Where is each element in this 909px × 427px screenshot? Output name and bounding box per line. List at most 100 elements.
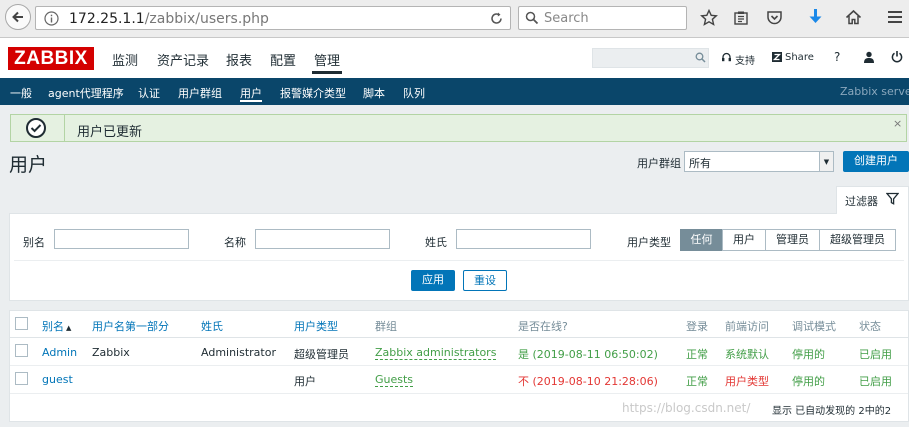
headset-icon xyxy=(722,52,731,62)
col-alias[interactable]: 别名 ▲ xyxy=(42,318,71,334)
menu-configuration[interactable]: 配置 xyxy=(270,50,296,69)
user-type-label: 用户类型 xyxy=(627,236,671,249)
menu-reports[interactable]: 报表 xyxy=(226,50,252,69)
watermark: https://blog.csdn.net/ xyxy=(622,401,751,415)
table-row-login: 正常 xyxy=(686,348,708,361)
table-row-groups[interactable]: Guests xyxy=(375,373,414,387)
home-icon[interactable] xyxy=(845,9,862,25)
menu-administration[interactable]: 管理 xyxy=(314,50,340,69)
url-path: /zabbix/users.php xyxy=(144,11,269,27)
server-name: Zabbix server xyxy=(840,85,909,98)
table-row-name: Zabbix xyxy=(92,346,130,359)
search-icon xyxy=(525,11,539,25)
search-icon[interactable] xyxy=(695,52,706,63)
subnav-queue[interactable]: 队列 xyxy=(403,85,425,101)
url-text: 172.25.1.1/zabbix/users.php xyxy=(69,11,269,27)
user-group-select[interactable]: 所有 ▼ xyxy=(684,151,834,172)
sort-asc-icon: ▲ xyxy=(66,324,72,332)
col-user-type[interactable]: 用户类型 xyxy=(294,318,338,334)
share-icon xyxy=(772,52,782,62)
search-placeholder: Search xyxy=(544,11,589,26)
menu-icon[interactable] xyxy=(887,10,903,24)
subnav-general[interactable]: 一般 xyxy=(10,85,32,101)
table-row-type: 超级管理员 xyxy=(294,348,349,361)
create-user-button[interactable]: 创建用户 xyxy=(843,151,909,172)
table-row-online: 不 (2019-08-10 21:28:06) xyxy=(518,375,658,388)
active-menu-indicator xyxy=(312,71,342,74)
url-bar[interactable]: 172.25.1.1/zabbix/users.php xyxy=(35,6,511,30)
reading-list-icon[interactable] xyxy=(733,10,749,26)
user-type-any[interactable]: 任何 xyxy=(680,229,723,251)
download-icon[interactable] xyxy=(807,8,824,26)
subnav-proxies[interactable]: agent代理程序 xyxy=(48,85,124,101)
apply-button[interactable]: 应用 xyxy=(411,270,455,291)
table-footer-count: 显示 已自动发现的 2中的2 xyxy=(772,406,892,417)
pocket-icon[interactable] xyxy=(766,10,783,26)
table-row-online: 是 (2019-08-11 06:50:02) xyxy=(518,348,658,361)
help-link[interactable]: ? xyxy=(834,50,840,64)
name-label: 名称 xyxy=(224,236,246,249)
filter-tab-label[interactable]: 过滤器 xyxy=(845,193,878,209)
table-row-status[interactable]: 已启用 xyxy=(859,346,892,362)
subnav-active-indicator xyxy=(240,100,262,102)
table-row-alias[interactable]: guest xyxy=(42,373,73,386)
filter-divider xyxy=(14,260,904,261)
menu-inventory[interactable]: 资产记录 xyxy=(157,50,209,69)
reset-button[interactable]: 重设 xyxy=(463,270,507,291)
col-surname[interactable]: 姓氏 xyxy=(201,318,223,334)
table-row-surname: Administrator xyxy=(201,346,276,359)
user-type-super-admin[interactable]: 超级管理员 xyxy=(819,229,896,251)
success-icon-box xyxy=(10,114,65,142)
table-row-type: 用户 xyxy=(294,375,316,388)
share-link[interactable]: Share xyxy=(785,52,814,63)
row-checkbox[interactable] xyxy=(15,372,28,385)
chevron-down-icon[interactable]: ▼ xyxy=(819,152,833,171)
table-row-divider xyxy=(10,393,908,394)
table-row-frontend: 用户类型 xyxy=(725,375,769,388)
table-row-alias[interactable]: Admin xyxy=(42,346,77,359)
subnav-scripts[interactable]: 脚本 xyxy=(363,85,385,101)
close-icon[interactable]: × xyxy=(893,117,902,130)
col-debug: 调试模式 xyxy=(792,320,836,333)
logout-icon[interactable] xyxy=(891,50,903,63)
table-row-debug: 停用的 xyxy=(792,348,825,361)
subnav-users[interactable]: 用户 xyxy=(240,85,262,101)
table-row-login: 正常 xyxy=(686,375,708,388)
filter-icon[interactable] xyxy=(886,192,899,205)
name-input[interactable] xyxy=(255,229,390,249)
col-alias-label[interactable]: 别名 xyxy=(42,320,64,333)
surname-input[interactable] xyxy=(456,229,591,249)
user-type-admin[interactable]: 管理员 xyxy=(765,229,820,251)
star-icon[interactable] xyxy=(700,9,718,27)
row-checkbox[interactable] xyxy=(15,344,28,357)
success-message xyxy=(10,114,907,142)
subnav-media-types[interactable]: 报警媒介类型 xyxy=(280,85,346,101)
url-host: 172.25.1.1 xyxy=(69,11,145,27)
col-status: 状态 xyxy=(859,320,881,333)
check-circle-icon xyxy=(26,118,46,138)
subnav-user-groups[interactable]: 用户群组 xyxy=(178,85,222,101)
col-frontend: 前端访问 xyxy=(725,320,769,333)
alias-label: 别名 xyxy=(23,236,45,249)
table-row-groups[interactable]: Zabbix administrators xyxy=(375,346,497,360)
user-type-user[interactable]: 用户 xyxy=(722,229,766,251)
select-all-checkbox[interactable] xyxy=(15,317,28,330)
back-button[interactable] xyxy=(5,4,31,30)
success-message-text: 用户已更新 xyxy=(77,125,143,140)
user-group-select-value: 所有 xyxy=(689,157,711,170)
col-login: 登录 xyxy=(686,320,708,333)
support-link[interactable]: 支持 xyxy=(735,52,755,67)
alias-input[interactable] xyxy=(54,229,189,249)
browser-search-input[interactable]: Search xyxy=(518,6,687,30)
table-row-frontend: 系统默认 xyxy=(725,348,769,361)
table-row-status[interactable]: 已启用 xyxy=(859,373,892,389)
global-search-input[interactable] xyxy=(592,48,709,68)
reload-icon[interactable] xyxy=(489,11,504,26)
subnav-authentication[interactable]: 认证 xyxy=(138,85,160,101)
user-profile-icon[interactable] xyxy=(863,51,875,63)
zabbix-logo[interactable]: ZABBIX xyxy=(8,47,94,70)
menu-monitoring[interactable]: 监测 xyxy=(112,50,138,69)
table-row-divider xyxy=(10,365,908,366)
table-row-debug: 停用的 xyxy=(792,375,825,388)
col-name[interactable]: 用户名第一部分 xyxy=(92,318,169,334)
